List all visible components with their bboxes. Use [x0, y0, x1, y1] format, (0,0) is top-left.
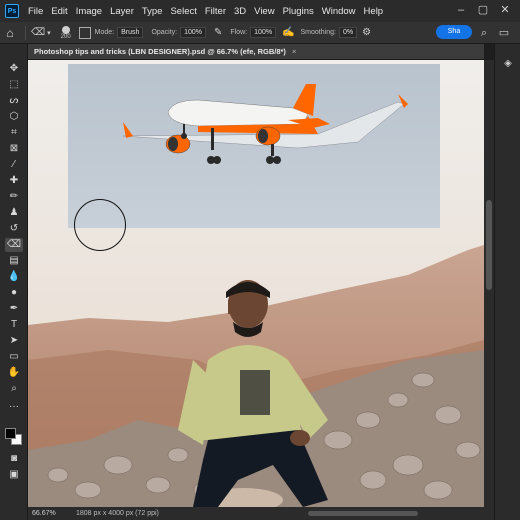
type-tool-icon[interactable]: T [5, 318, 23, 332]
status-bar: 66.67% 1808 px x 4000 px (72 ppi) [28, 507, 494, 520]
document-canvas[interactable] [28, 60, 484, 507]
flow-input[interactable]: 100% [250, 27, 277, 38]
menu-layer[interactable]: Layer [106, 6, 138, 17]
more-tools-icon[interactable]: ··· [5, 400, 23, 414]
clone-stamp-tool-icon[interactable]: ♟ [5, 206, 23, 220]
path-selection-tool-icon[interactable]: ➤ [5, 334, 23, 348]
share-button[interactable]: Sha [436, 25, 472, 39]
divider [25, 25, 26, 40]
menu-select[interactable]: Select [166, 6, 200, 17]
menu-edit[interactable]: Edit [47, 6, 71, 17]
menu-image[interactable]: Image [72, 6, 106, 17]
document-tab[interactable]: Photoshop tips and tricks (LBN DESIGNER)… [28, 44, 484, 60]
dropdown-chevron-icon[interactable]: ▾ [47, 29, 51, 37]
healing-brush-tool-icon[interactable]: ✚ [5, 174, 23, 188]
hand-tool-icon[interactable]: ✋ [5, 366, 23, 380]
crop-tool-icon[interactable]: ⌗ [5, 126, 23, 140]
menu-type[interactable]: Type [138, 6, 167, 17]
brush-tool-icon[interactable]: ✏ [5, 190, 23, 204]
opacity-label: Opacity: [151, 29, 178, 36]
mode-label: Mode: [94, 29, 115, 36]
shape-tool-icon[interactable]: ▭ [5, 350, 23, 364]
zoom-tool-icon[interactable]: ⌕ [5, 382, 23, 396]
marquee-tool-icon[interactable]: ⬚ [5, 78, 23, 92]
menu-filter[interactable]: Filter [201, 6, 230, 17]
mode-select[interactable]: Brush [117, 27, 144, 38]
close-window-icon[interactable]: ✕ [498, 3, 512, 17]
document-title: Photoshop tips and tricks (LBN DESIGNER)… [34, 47, 286, 56]
engine-right-intake [258, 129, 268, 143]
horizontal-scrollbar[interactable] [308, 511, 418, 516]
pressure-opacity-icon[interactable]: ✎ [214, 27, 222, 38]
foreground-color-swatch[interactable] [5, 428, 16, 439]
eraser-tool-icon[interactable]: ⌫ [5, 238, 23, 252]
zoom-level[interactable]: 66.67% [28, 510, 76, 517]
airplane-layer[interactable] [68, 64, 440, 228]
maximize-icon[interactable]: ▢ [476, 3, 490, 17]
opacity-input[interactable]: 100% [180, 27, 207, 38]
vertical-scrollbar[interactable] [484, 60, 494, 507]
brush-preset-picker[interactable]: 200 [60, 25, 71, 40]
dodge-tool-icon[interactable]: ● [5, 286, 23, 300]
screen-mode-icon[interactable]: ▣ [5, 468, 23, 482]
pen-tool-icon[interactable]: ✒ [5, 302, 23, 316]
home-icon[interactable]: ⌂ [0, 26, 20, 40]
menu-plugins[interactable]: Plugins [279, 6, 318, 17]
brush-cursor [74, 199, 126, 251]
brush-tip-icon [61, 25, 70, 34]
tools-panel: ✥ ⬚ ᔕ ⬡ ⌗ ⊠ ⁄ ✚ ✏ ♟ ↺ ⌫ ▤ 💧 ● ✒ T ➤ ▭ ✋ … [0, 44, 28, 520]
smoothing-input[interactable]: 0% [338, 27, 358, 38]
menu-file[interactable]: File [24, 6, 47, 17]
menu-bar: Ps File Edit Image Layer Type Select Fil… [0, 0, 520, 22]
airplane-image [68, 64, 440, 228]
search-icon[interactable]: ⌕ [477, 26, 491, 40]
smoothing-label: Smoothing: [300, 29, 336, 36]
blur-tool-icon[interactable]: 💧 [5, 270, 23, 284]
menu-3d[interactable]: 3D [230, 6, 250, 17]
scroll-thumb[interactable] [486, 200, 492, 290]
gradient-tool-icon[interactable]: ▤ [5, 254, 23, 268]
smoothing-settings-gear-icon[interactable]: ⚙ [362, 27, 371, 38]
lasso-tool-icon[interactable]: ᔕ [5, 94, 23, 108]
document-info[interactable]: 1808 px x 4000 px (72 ppi) [76, 510, 159, 517]
airbrush-icon[interactable]: ✍ [282, 27, 294, 38]
frame-tool-icon[interactable]: ⊠ [5, 142, 23, 156]
move-tool-icon[interactable]: ✥ [5, 62, 23, 76]
history-brush-tool-icon[interactable]: ↺ [5, 222, 23, 236]
minimize-icon[interactable]: – [454, 3, 468, 17]
menu-window[interactable]: Window [318, 6, 360, 17]
workspace-icon[interactable]: ▭ [497, 26, 511, 40]
eyedropper-tool-icon[interactable]: ⁄ [5, 158, 23, 172]
right-panel-dock: ◈ [494, 44, 520, 520]
menu-view[interactable]: View [250, 6, 278, 17]
object-selection-tool-icon[interactable]: ⬡ [5, 110, 23, 124]
eraser-tool-preset-icon[interactable]: ⌫ [31, 27, 45, 38]
photoshop-logo-icon[interactable]: Ps [5, 4, 19, 18]
brush-settings-icon[interactable] [78, 26, 91, 39]
engine-left-intake [168, 137, 178, 151]
quick-mask-icon[interactable]: ◙ [5, 452, 23, 466]
menu-help[interactable]: Help [360, 6, 388, 17]
brush-size-value: 200 [60, 33, 71, 40]
panel-icon[interactable]: ◈ [501, 58, 515, 72]
close-document-icon[interactable]: × [292, 47, 296, 56]
flow-label: Flow: [230, 29, 248, 36]
